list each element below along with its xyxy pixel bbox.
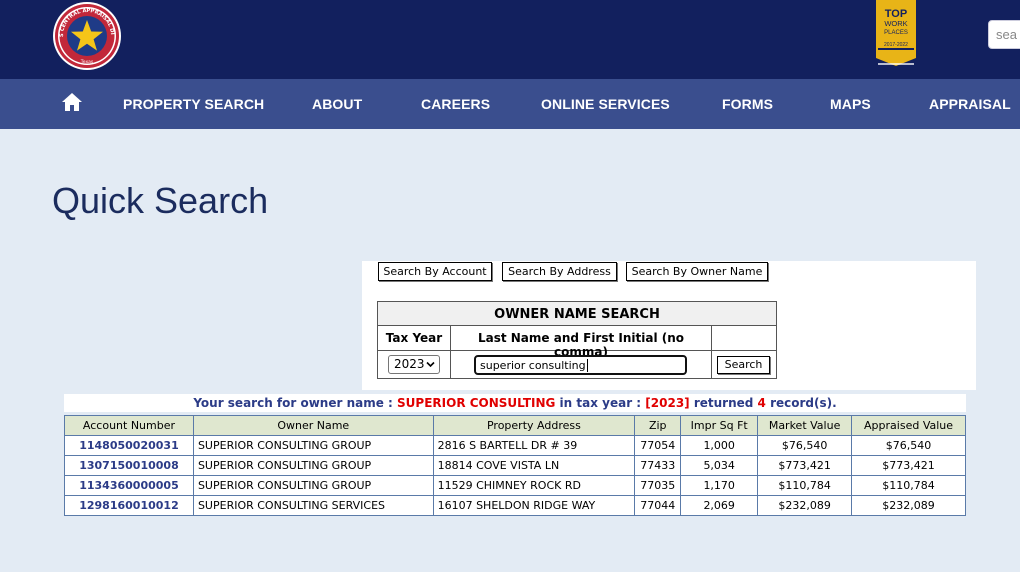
table-header-row: Account Number Owner Name Property Addre… <box>64 415 966 436</box>
col-property-address[interactable]: Property Address <box>432 415 636 436</box>
col-market-value[interactable]: Market Value <box>757 415 853 436</box>
zip-cell: 77035 <box>634 475 682 496</box>
nav-appraisal[interactable]: APPRAISAL <box>929 96 1011 112</box>
table-row: 1134360000005 SUPERIOR CONSULTING GROUP … <box>64 475 966 496</box>
col-impr-sq-ft[interactable]: Impr Sq Ft <box>680 415 759 436</box>
account-number-link[interactable]: 1134360000005 <box>64 475 194 496</box>
impr-sq-ft-cell: 2,069 <box>680 495 759 516</box>
nav-maps[interactable]: MAPS <box>830 96 871 112</box>
property-address-cell: 16107 SHELDON RIDGE WAY <box>432 495 636 516</box>
impr-sq-ft-cell: 1,170 <box>680 475 759 496</box>
zip-cell: 77433 <box>634 455 682 476</box>
search-by-owner-name-button[interactable]: Search By Owner Name <box>626 262 768 281</box>
owner-name-label: Last Name and First Initial (no comma) <box>451 326 712 359</box>
top-work-places-badge: TOP WORK PLACES 2017-2022 <box>876 0 916 66</box>
table-row: 1307150010008 SUPERIOR CONSULTING GROUP … <box>64 455 966 476</box>
zip-cell: 77044 <box>634 495 682 516</box>
zip-cell: 77054 <box>634 435 682 456</box>
owner-name-input[interactable]: superior consulting <box>474 355 687 375</box>
tax-year-select[interactable]: 2023 <box>388 355 440 374</box>
result-summary: Your search for owner name : SUPERIOR CO… <box>64 394 966 412</box>
impr-sq-ft-cell: 5,034 <box>680 455 759 476</box>
svg-text:PLACES: PLACES <box>884 30 908 36</box>
summary-mid: in tax year : <box>555 396 646 410</box>
svg-text:WORK: WORK <box>884 19 907 28</box>
market-value-cell: $773,421 <box>757 455 853 476</box>
owner-name-cell: SUPERIOR CONSULTING GROUP <box>192 455 434 476</box>
owner-name-cell: SUPERIOR CONSULTING SERVICES <box>192 495 434 516</box>
hcad-seal-logo[interactable]: HARRIS CENTRAL APPRAISAL DISTRICT Texas <box>51 1 123 71</box>
appraised-value-cell: $232,089 <box>851 495 966 516</box>
nav-careers[interactable]: CAREERS <box>421 96 490 112</box>
col-zip[interactable]: Zip <box>634 415 682 436</box>
empty-header-cell <box>712 326 776 351</box>
impr-sq-ft-cell: 1,000 <box>680 435 759 456</box>
site-header: HARRIS CENTRAL APPRAISAL DISTRICT Texas … <box>0 0 1020 79</box>
tax-year-value: 2023 <box>394 357 425 371</box>
property-address-cell: 2816 S BARTELL DR # 39 <box>432 435 636 456</box>
col-account-number[interactable]: Account Number <box>64 415 194 436</box>
owner-name-cell: SUPERIOR CONSULTING GROUP <box>192 475 434 496</box>
summary-year: [2023] <box>645 396 690 410</box>
appraised-value-cell: $76,540 <box>851 435 966 456</box>
site-search-input[interactable]: sea <box>988 20 1020 49</box>
svg-text:2017-2022: 2017-2022 <box>884 42 908 48</box>
summary-returned: returned <box>689 396 758 410</box>
tax-year-label: Tax Year <box>378 326 451 351</box>
summary-owner: SUPERIOR CONSULTING <box>397 396 556 410</box>
main-nav: PROPERTY SEARCH ABOUT CAREERS ONLINE SER… <box>0 79 1020 129</box>
search-by-address-button[interactable]: Search By Address <box>502 262 617 281</box>
property-address-cell: 18814 COVE VISTA LN <box>432 455 636 476</box>
col-owner-name[interactable]: Owner Name <box>192 415 434 436</box>
nav-online-services[interactable]: ONLINE SERVICES <box>541 96 670 112</box>
market-value-cell: $232,089 <box>757 495 853 516</box>
account-number-link[interactable]: 1298160010012 <box>64 495 194 516</box>
summary-prefix: Your search for owner name : <box>193 396 398 410</box>
nav-forms[interactable]: FORMS <box>722 96 773 112</box>
home-icon[interactable] <box>61 92 83 112</box>
nav-property-search[interactable]: PROPERTY SEARCH <box>123 96 264 112</box>
account-number-link[interactable]: 1307150010008 <box>64 455 194 476</box>
table-row: 1148050020031 SUPERIOR CONSULTING GROUP … <box>64 435 966 456</box>
market-value-cell: $76,540 <box>757 435 853 456</box>
page-title: Quick Search <box>52 180 269 221</box>
table-row: 1298160010012 SUPERIOR CONSULTING SERVIC… <box>64 495 966 516</box>
summary-suffix: record(s). <box>765 396 837 410</box>
summary-count: 4 <box>757 396 766 410</box>
owner-name-cell: SUPERIOR CONSULTING GROUP <box>192 435 434 456</box>
account-number-link[interactable]: 1148050020031 <box>64 435 194 456</box>
nav-about[interactable]: ABOUT <box>312 96 362 112</box>
svg-text:Texas: Texas <box>80 59 94 65</box>
appraised-value-cell: $110,784 <box>851 475 966 496</box>
market-value-cell: $110,784 <box>757 475 853 496</box>
owner-name-value: superior consulting <box>480 359 586 372</box>
property-address-cell: 11529 CHIMNEY ROCK RD <box>432 475 636 496</box>
search-by-account-button[interactable]: Search By Account <box>378 262 492 281</box>
text-cursor <box>586 359 588 372</box>
col-appraised-value[interactable]: Appraised Value <box>851 415 966 436</box>
results-table: Account Number Owner Name Property Addre… <box>64 415 966 516</box>
appraised-value-cell: $773,421 <box>851 455 966 476</box>
search-button[interactable]: Search <box>717 356 770 374</box>
chevron-down-icon <box>426 361 435 368</box>
form-title: OWNER NAME SEARCH <box>378 302 776 326</box>
